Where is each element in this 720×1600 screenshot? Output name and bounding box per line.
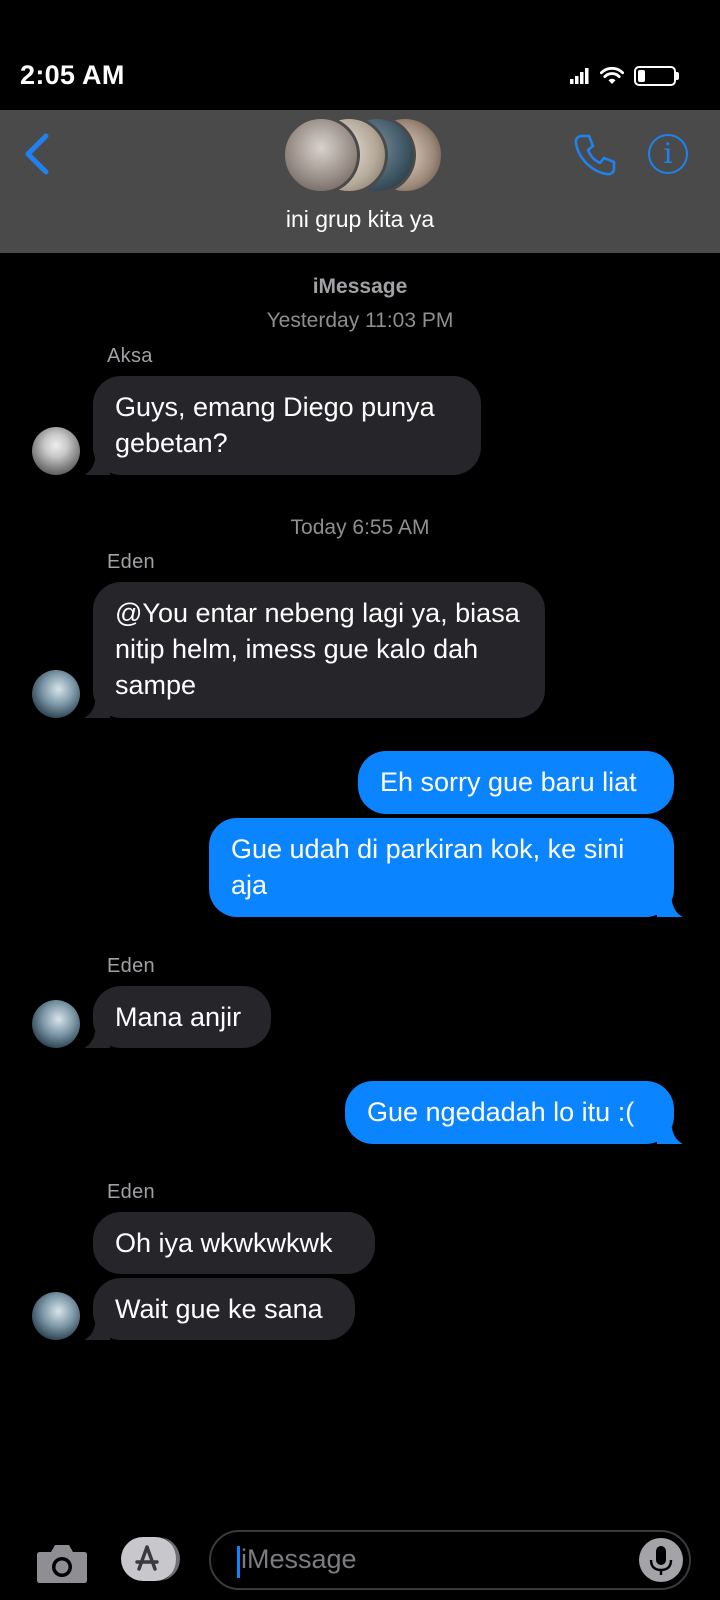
- outgoing-message[interactable]: Gue udah di parkiran kok, ke sini aja: [209, 818, 683, 917]
- conversation-header: ini grup kita ya i: [0, 110, 720, 253]
- camera-icon[interactable]: [36, 1540, 88, 1584]
- sender-name: Eden: [107, 551, 155, 573]
- outgoing-message[interactable]: Eh sorry gue baru liat: [358, 751, 674, 814]
- sender-name: Eden: [107, 1181, 155, 1203]
- outgoing-message[interactable]: Gue ngedadah lo itu :(: [345, 1081, 683, 1144]
- microphone-icon[interactable]: [639, 1538, 683, 1582]
- group-name[interactable]: ini grup kita ya: [0, 206, 720, 233]
- message-text: @You entar nebeng lagi ya, biasa nitip h…: [115, 598, 520, 700]
- sender-avatar[interactable]: [32, 670, 80, 718]
- status-icons: [570, 66, 679, 86]
- incoming-message[interactable]: Mana anjir: [84, 986, 271, 1048]
- timestamp: Today 6:55 AM: [290, 516, 430, 539]
- service-label: iMessage: [312, 275, 408, 298]
- incoming-message[interactable]: @You entar nebeng lagi ya, biasa nitip h…: [84, 582, 545, 718]
- back-chevron-icon[interactable]: [22, 132, 52, 176]
- status-time: 2:05 AM: [20, 60, 125, 90]
- sender-avatar[interactable]: [32, 1292, 80, 1340]
- sender-name: Eden: [107, 955, 155, 977]
- message-text: Mana anjir: [115, 1002, 242, 1032]
- message-input-placeholder: iMessage: [241, 1544, 357, 1574]
- incoming-message[interactable]: Guys, emang Diego punya gebetan?: [84, 376, 481, 475]
- timestamp: Yesterday 11:03 PM: [266, 309, 454, 332]
- group-member-avatar: [282, 116, 360, 194]
- incoming-message[interactable]: Wait gue ke sana: [84, 1278, 355, 1340]
- signal-icon: [570, 68, 589, 84]
- message-text: Eh sorry gue baru liat: [380, 767, 637, 797]
- message-text: Gue udah di parkiran kok, ke sini aja: [231, 834, 625, 900]
- phone-icon[interactable]: [572, 132, 618, 178]
- message-input[interactable]: iMessage: [209, 1530, 691, 1590]
- message-text: Wait gue ke sana: [115, 1294, 323, 1324]
- app-store-icon[interactable]: [121, 1537, 180, 1581]
- group-avatars[interactable]: [282, 116, 444, 194]
- sender-avatar[interactable]: [32, 1000, 80, 1048]
- info-icon[interactable]: i: [648, 134, 688, 174]
- wifi-icon: [600, 67, 624, 84]
- sender-avatar[interactable]: [32, 427, 80, 475]
- message-text: Oh iya wkwkwkwk: [115, 1228, 333, 1258]
- battery-icon: [634, 66, 679, 86]
- text-caret: [237, 1546, 240, 1578]
- incoming-message[interactable]: Oh iya wkwkwkwk: [93, 1212, 375, 1274]
- message-text: Gue ngedadah lo itu :(: [367, 1097, 635, 1127]
- sender-name: Aksa: [107, 345, 153, 367]
- message-text: Guys, emang Diego punya gebetan?: [115, 392, 435, 458]
